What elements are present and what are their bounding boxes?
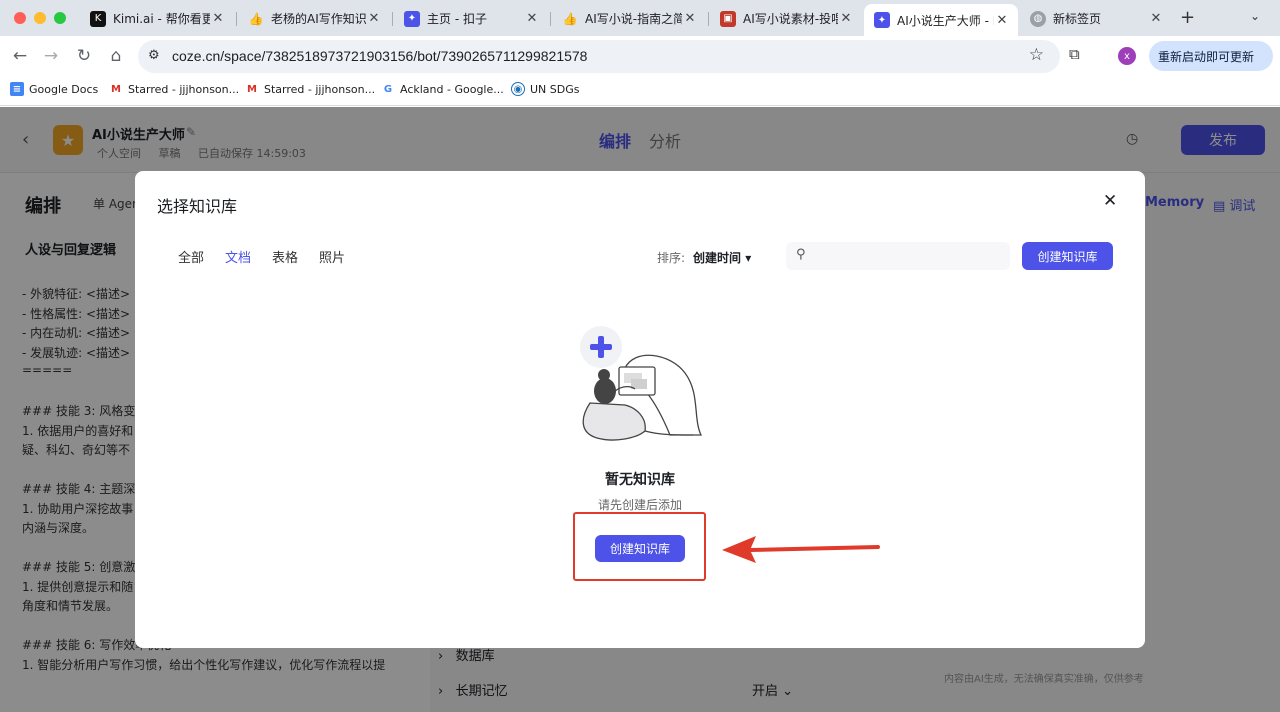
caret-down-icon: ▾	[745, 251, 752, 265]
bookmark-label: Google Docs	[29, 82, 99, 96]
browser-tab[interactable]: 👍 AI写小说-指南之简 ✕	[552, 5, 706, 32]
site-settings-icon[interactable]: ⚙	[148, 48, 160, 63]
empty-create-knowledge-base-button[interactable]: 创建知识库	[595, 535, 685, 562]
filter-tab-tables[interactable]: 表格	[272, 247, 298, 266]
minimize-window-button[interactable]	[34, 12, 46, 24]
docs-icon: ≡	[10, 82, 24, 96]
close-tab-icon[interactable]: ✕	[838, 11, 854, 26]
google-icon: G	[383, 83, 393, 95]
modal-title: 选择知识库	[157, 197, 238, 216]
search-box[interactable]: ⚲	[786, 242, 1010, 270]
annotation-arrow-icon	[722, 536, 880, 563]
maximize-window-button[interactable]	[54, 12, 66, 24]
bookmark-label: Ackland - Google...	[400, 82, 504, 96]
close-tab-icon[interactable]: ✕	[682, 11, 698, 26]
profile-avatar[interactable]: x	[1118, 47, 1136, 65]
search-icon: ⚲	[796, 247, 806, 262]
knowledge-base-modal: 选择知识库 ✕ 全部 文档 表格 照片 排序: 创建时间 ▾ ⚲ 创建知识库 暂…	[135, 171, 1145, 648]
un-icon: ◉	[511, 82, 525, 96]
filter-tab-all[interactable]: 全部	[178, 247, 204, 266]
browser-tab-bar: K Kimi.ai - 帮你看更大的世界 ✕ 👍 老杨的AI写作知识库 ✕ ✦ …	[0, 0, 1280, 36]
tab-title: 老杨的AI写作知识库	[271, 12, 366, 26]
bookmark-item[interactable]: G Ackland - Google...	[381, 82, 504, 96]
close-tab-icon[interactable]: ✕	[994, 13, 1010, 28]
relaunch-update-button[interactable]: 重新启动即可更新	[1149, 41, 1273, 71]
home-icon[interactable]: ⌂	[105, 45, 127, 67]
tab-title: AI写小说素材-投喂	[743, 12, 838, 26]
bookmark-item[interactable]: ◉ UN SDGs	[511, 82, 579, 96]
tab-title: 新标签页	[1053, 12, 1102, 26]
extensions-puzzle-icon[interactable]: ⧉	[1069, 45, 1080, 63]
close-tab-icon[interactable]: ✕	[366, 11, 382, 26]
back-arrow-icon[interactable]: ←	[9, 45, 31, 67]
browser-tab[interactable]: ✦ 主页 - 扣子 ✕	[394, 5, 548, 32]
sort-label: 排序:	[657, 251, 686, 265]
bookmark-item[interactable]: M Starred - jjjhonson...	[245, 82, 375, 96]
browser-tab-active[interactable]: ✦ AI小说生产大师 - B ✕	[864, 4, 1018, 36]
chevron-down-icon[interactable]: ⌄	[1250, 9, 1260, 23]
browser-tab[interactable]: ▣ AI写小说素材-投喂 ✕	[710, 5, 862, 32]
filter-tab-docs[interactable]: 文档	[225, 247, 251, 266]
create-knowledge-base-button[interactable]: 创建知识库	[1022, 242, 1113, 270]
empty-state-illustration	[580, 326, 703, 441]
thumbs-up-favicon-icon: 👍	[248, 11, 264, 26]
browser-toolbar: ← → ↻ ⌂ ⚙ coze.cn/space/7382518973721903…	[0, 36, 1280, 76]
toolbox-favicon-icon: ▣	[720, 10, 736, 27]
close-tab-icon[interactable]: ✕	[1148, 11, 1164, 26]
close-tab-icon[interactable]: ✕	[524, 11, 540, 26]
tab-title: AI写小说-指南之简	[585, 12, 682, 26]
tab-title: AI小说生产大师 - B	[897, 13, 994, 28]
close-window-button[interactable]	[14, 12, 26, 24]
forward-arrow-icon[interactable]: →	[40, 45, 62, 67]
search-input[interactable]	[816, 246, 1001, 266]
tab-title: 主页 - 扣子	[427, 12, 487, 26]
bookmark-label: Starred - jjjhonson...	[264, 82, 376, 96]
close-tab-icon[interactable]: ✕	[210, 11, 226, 26]
gmail-icon: M	[111, 83, 121, 95]
thumbs-up-favicon-icon: 👍	[562, 11, 578, 26]
address-bar[interactable]: ⚙ coze.cn/space/7382518973721903156/bot/…	[138, 40, 1060, 73]
url-text[interactable]: coze.cn/space/7382518973721903156/bot/73…	[172, 48, 587, 64]
bookmark-label: Starred - jjjhonson...	[128, 82, 240, 96]
browser-tab[interactable]: K Kimi.ai - 帮你看更大的世界 ✕	[80, 5, 234, 32]
empty-state-title: 暂无知识库	[605, 472, 675, 488]
tab-title: Kimi.ai - 帮你看更大的世界	[113, 12, 210, 26]
browser-tab[interactable]: ◍ 新标签页 ✕	[1020, 5, 1172, 32]
bookmark-item[interactable]: M Starred - jjjhonson...	[109, 82, 239, 96]
browser-tab[interactable]: 👍 老杨的AI写作知识库 ✕	[238, 5, 390, 32]
bookmarks-bar: ≡ Google Docs M Starred - jjjhonson... M…	[0, 76, 1280, 106]
coze-favicon-icon: ✦	[404, 10, 420, 27]
bookmark-item[interactable]: ≡ Google Docs	[10, 82, 98, 96]
coze-favicon-icon: ✦	[874, 12, 890, 28]
bookmark-star-icon[interactable]: ☆	[1029, 45, 1044, 65]
kimi-favicon-icon: K	[90, 10, 106, 27]
reload-icon[interactable]: ↻	[73, 45, 95, 67]
filter-tab-photos[interactable]: 照片	[319, 247, 345, 266]
plus-icon[interactable]: +	[1180, 7, 1195, 28]
empty-state-subtitle: 请先创建后添加	[597, 498, 682, 512]
bookmark-label: UN SDGs	[530, 82, 580, 96]
globe-favicon-icon: ◍	[1030, 10, 1046, 27]
sort-dropdown[interactable]: 创建时间 ▾	[693, 249, 751, 266]
close-icon[interactable]: ✕	[1103, 191, 1117, 211]
sort-value: 创建时间	[693, 251, 742, 265]
gmail-icon: M	[247, 83, 257, 95]
